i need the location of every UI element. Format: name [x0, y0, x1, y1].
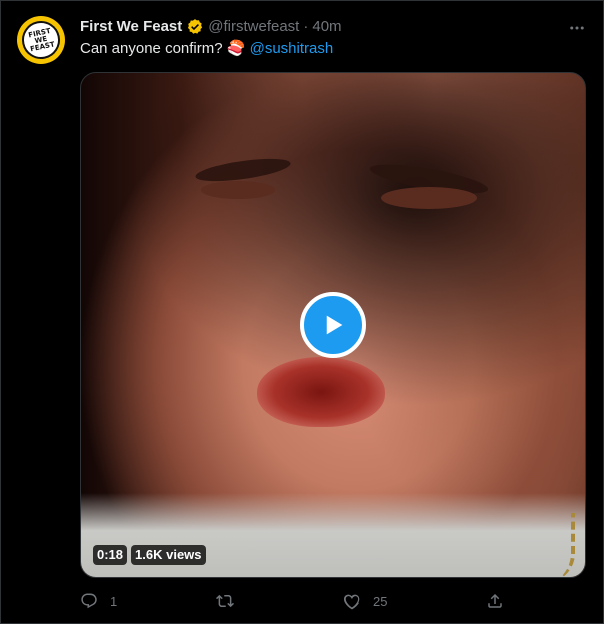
author-name[interactable]: First We Feast: [80, 17, 182, 37]
like-button[interactable]: 25: [343, 591, 387, 611]
video-frame-detail: [81, 493, 585, 577]
reply-icon: [81, 593, 97, 609]
avatar-logo: FIRST WE FEAST: [18, 17, 64, 63]
more-icon[interactable]: [567, 19, 587, 37]
tweet-text: Can anyone confirm? 🍣 @sushitrash: [80, 39, 333, 59]
verified-badge-icon: [188, 19, 203, 34]
video-duration: 0:18: [93, 545, 128, 565]
avatar-logo-word: FEAST: [29, 39, 56, 53]
mention-link[interactable]: @sushitrash: [250, 40, 334, 57]
share-icon: [488, 593, 502, 608]
tweet-header: First We Feast @firstwefeast · 40m: [80, 17, 342, 37]
reply-count: 1: [110, 593, 118, 609]
video-player[interactable]: 0:18 1.6K views: [80, 72, 586, 578]
sushi-emoji: 🍣: [226, 40, 246, 57]
video-frame-detail: [201, 181, 275, 199]
reply-button[interactable]: 1: [80, 591, 117, 611]
play-button[interactable]: [300, 292, 366, 358]
like-icon: [343, 594, 360, 610]
play-icon: [326, 315, 343, 335]
video-frame-detail: [381, 187, 477, 209]
video-views: 1.6K views: [131, 545, 206, 565]
video-frame-detail: [545, 513, 575, 577]
author-handle[interactable]: @firstwefeast: [208, 17, 299, 37]
tweet-actions: 1 25: [80, 591, 586, 611]
tweet-card[interactable]: FIRST WE FEAST First We Feast @firstwefe…: [0, 0, 604, 624]
share-button[interactable]: [486, 591, 504, 611]
video-info-badges: 0:18 1.6K views: [93, 545, 206, 565]
separator-dot: ·: [303, 18, 309, 35]
retweet-icon: [216, 594, 234, 608]
tweet-timestamp[interactable]: 40m: [312, 17, 341, 37]
like-count: 25: [373, 593, 388, 609]
tweet-text-body: Can anyone confirm?: [80, 40, 227, 57]
video-frame-detail: [257, 357, 385, 427]
retweet-button[interactable]: [216, 591, 246, 611]
avatar[interactable]: FIRST WE FEAST: [17, 16, 65, 64]
